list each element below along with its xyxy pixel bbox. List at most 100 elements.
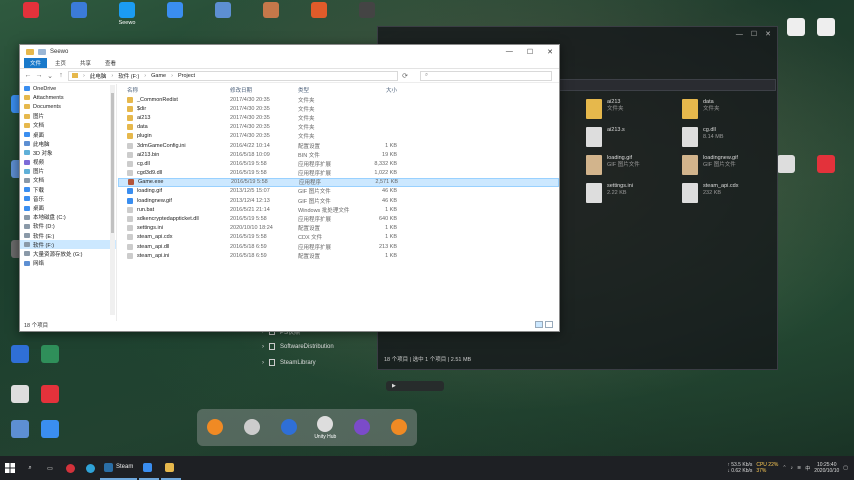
sidebar-item[interactable]: 此电脑: [20, 139, 116, 148]
dock-item[interactable]: [272, 418, 306, 437]
start-button[interactable]: [0, 456, 20, 480]
desktop-icon-right-2[interactable]: [806, 18, 846, 38]
background-tree-item[interactable]: › SteamLibrary: [262, 359, 316, 366]
recent-locations-icon[interactable]: ⌄: [46, 72, 54, 80]
top-desktop-icon[interactable]: [200, 2, 246, 20]
file-row[interactable]: steam_api.cdx 2016/5/19 5:58 CDX 文件 1 KB: [118, 233, 559, 242]
desktop-icon-left-7[interactable]: [30, 385, 70, 405]
background-file-item[interactable]: settings.ini 2.22 KB: [586, 183, 682, 203]
ribbon-tab[interactable]: 共享: [74, 58, 97, 68]
large-icons-view-icon[interactable]: [545, 321, 553, 328]
dock-item[interactable]: [235, 418, 269, 437]
dock-item[interactable]: [382, 418, 416, 437]
breadcrumb-item[interactable]: 软件 (F:): [118, 72, 139, 80]
ribbon-tab[interactable]: 主页: [49, 58, 72, 68]
sidebar-item[interactable]: 软件 (E:): [20, 231, 116, 240]
file-row[interactable]: settings.ini 2020/10/10 18:24 配置设置 1 KB: [118, 224, 559, 233]
column-type[interactable]: 类型: [298, 86, 360, 94]
file-row[interactable]: loading.gif 2013/12/5 15:07 GIF 图片文件 46 KB: [118, 187, 559, 196]
minimize-button[interactable]: —: [506, 48, 513, 56]
sidebar-item[interactable]: 图片: [20, 112, 116, 121]
explorer-window[interactable]: Seewo — ☐ ✕ 文件 主页 共享 查看 ← → ⌄ ↑ › 此电脑 › 软件 (F:…: [19, 44, 560, 332]
top-desktop-icon[interactable]: [248, 2, 294, 20]
close-icon[interactable]: ✕: [765, 30, 771, 38]
sidebar-item[interactable]: 图片: [20, 167, 116, 176]
top-desktop-icon[interactable]: [152, 2, 198, 20]
sidebar-item[interactable]: 3D 对象: [20, 148, 116, 157]
file-row[interactable]: loadingnew.gif 2013/12/4 12:13 GIF 图片文件 46 …: [118, 196, 559, 205]
top-desktop-icon[interactable]: [344, 2, 390, 20]
sidebar-item[interactable]: 网络: [20, 259, 116, 268]
breadcrumb-item[interactable]: Game: [151, 73, 166, 79]
file-row[interactable]: ai213 2017/4/30 20:35 文件夹: [118, 113, 559, 122]
input-method-icon[interactable]: 中: [805, 465, 810, 472]
background-file-item[interactable]: ai213 文件夹: [586, 99, 682, 119]
dock-item[interactable]: [345, 418, 379, 437]
taskbar-app[interactable]: [139, 456, 160, 480]
close-button[interactable]: ✕: [547, 48, 553, 56]
maximize-button[interactable]: ☐: [527, 48, 533, 56]
breadcrumb-item[interactable]: Project: [178, 73, 195, 79]
sidebar-item[interactable]: 软件 (F:): [20, 240, 116, 250]
file-row[interactable]: 3dmGameConfig.ini 2016/4/22 10:14 配置设置 1 KB: [118, 141, 559, 150]
maximize-icon[interactable]: ☐: [751, 30, 757, 38]
desktop-icon-right-4[interactable]: [806, 155, 846, 175]
navigation-scrollbar[interactable]: [110, 85, 115, 315]
file-row[interactable]: sdkencryptedappticket.dll 2016/5/19 5:58 应…: [118, 214, 559, 223]
volume-icon[interactable]: ♪: [791, 465, 794, 471]
file-row[interactable]: cgd3d9.dll 2016/5/19 5:58 应用程序扩展 1,022 KB: [118, 169, 559, 178]
search-input[interactable]: ⌕: [420, 70, 552, 81]
sidebar-item[interactable]: 大量资源存放处 (G:): [20, 249, 116, 258]
navigation-pane[interactable]: OneDrive Attachments Documents 图片 文档 桌面 此电脑 3D …: [20, 84, 117, 321]
file-row[interactable]: plugin 2017/4/30 20:35 文件夹: [118, 132, 559, 141]
forward-icon[interactable]: →: [35, 72, 43, 79]
up-icon[interactable]: ↑: [57, 72, 65, 79]
refresh-icon[interactable]: ⟳: [401, 72, 409, 80]
file-row[interactable]: $dir 2017/4/30 20:35 文件夹: [118, 104, 559, 113]
top-desktop-icon[interactable]: [296, 2, 342, 20]
edge-icon[interactable]: [80, 456, 100, 480]
sidebar-item[interactable]: Attachments: [20, 93, 116, 102]
sidebar-item[interactable]: 下载: [20, 185, 116, 194]
desktop-icon-left-5[interactable]: [30, 345, 70, 365]
back-icon[interactable]: ←: [24, 72, 32, 79]
tray-arrow-icon[interactable]: ⌃: [782, 465, 786, 471]
file-row[interactable]: ai213.bin 2016/5/18 10:09 BIN 文件 19 KB: [118, 150, 559, 159]
column-size[interactable]: 大小: [360, 86, 400, 94]
column-name[interactable]: 名称: [118, 86, 230, 94]
breadcrumb-item[interactable]: 此电脑: [90, 72, 107, 80]
top-desktop-icon[interactable]: [8, 2, 54, 20]
sidebar-item[interactable]: Documents: [20, 102, 116, 111]
scrollbar-thumb[interactable]: [111, 93, 114, 233]
file-row[interactable]: Game.exe 2016/5/19 5:58 应用程序 2,571 KB: [118, 177, 559, 187]
sidebar-item[interactable]: 视频: [20, 158, 116, 167]
details-view-icon[interactable]: [535, 321, 543, 328]
top-desktop-icon[interactable]: Seewo: [104, 2, 150, 26]
notification-icon[interactable]: ▢: [843, 465, 848, 471]
address-bar[interactable]: › 此电脑 › 软件 (F:) › Game › Project: [68, 70, 398, 81]
file-row[interactable]: steam_api.dll 2016/5/18 6:59 应用程序扩展 213 KB: [118, 242, 559, 251]
ribbon-tab[interactable]: 查看: [99, 58, 122, 68]
file-row[interactable]: data 2017/4/30 20:35 文件夹: [118, 123, 559, 132]
quick-access-icon[interactable]: [38, 48, 46, 55]
dock-item[interactable]: Unity Hub: [308, 415, 342, 440]
sidebar-item[interactable]: OneDrive: [20, 84, 116, 93]
netease-music-icon[interactable]: [60, 456, 80, 480]
background-file-item[interactable]: loadingnew.gif GIF 图片文件: [682, 155, 778, 175]
desktop-icon-left-9[interactable]: [30, 420, 70, 440]
taskbar-app[interactable]: [161, 456, 182, 480]
clock[interactable]: 10:25:40 2020/10/10: [814, 462, 839, 475]
taskbar-app[interactable]: Steam: [100, 456, 138, 480]
sidebar-item[interactable]: 软件 (D:): [20, 222, 116, 231]
media-pill[interactable]: ▶: [386, 381, 444, 391]
dock-item[interactable]: [198, 418, 232, 437]
sidebar-item[interactable]: 文档: [20, 176, 116, 185]
wifi-icon[interactable]: ≋: [797, 465, 801, 471]
background-file-item[interactable]: loading.gif GIF 图片文件: [586, 155, 682, 175]
sidebar-item[interactable]: 文档: [20, 121, 116, 130]
file-row[interactable]: _CommonRedist 2017/4/30 20:35 文件夹: [118, 95, 559, 104]
sidebar-item[interactable]: 音乐: [20, 194, 116, 203]
top-desktop-icon[interactable]: [56, 2, 102, 20]
background-file-item[interactable]: cg.dll 8.14 MB: [682, 127, 778, 147]
file-row[interactable]: steam_api.ini 2016/5/18 6:59 配置设置 1 KB: [118, 251, 559, 260]
